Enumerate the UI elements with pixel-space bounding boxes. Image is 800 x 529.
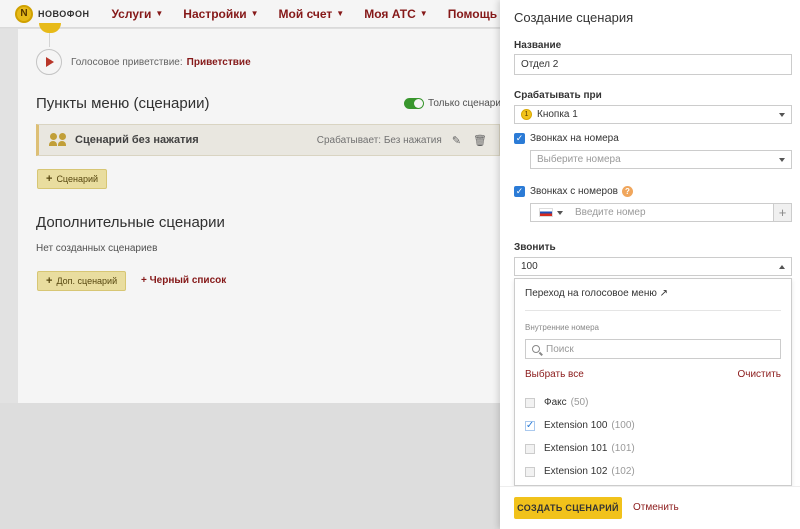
scenario-trigger: Срабатывает: Без нажатия: [316, 134, 442, 146]
trigger-label: Срабатывать при: [514, 90, 602, 101]
button-number-icon: 1: [521, 109, 532, 120]
option-extension-102[interactable]: Extension 102 (102): [525, 466, 635, 477]
page-background: [0, 403, 500, 529]
nav-item-settings[interactable]: Настройки ▼: [183, 7, 258, 21]
add-scenario-button[interactable]: + Сценарий: [37, 169, 108, 189]
flow-node: [39, 23, 61, 33]
add-phone-button[interactable]: +: [773, 204, 791, 221]
scenario-card[interactable]: Сценарий без нажатия Срабатывает: Без на…: [36, 124, 500, 156]
calls-from-label: Звонках с номеров: [530, 186, 618, 197]
chevron-down-icon: ▼: [155, 9, 164, 18]
nav-item-services[interactable]: Услуги ▼: [111, 7, 163, 21]
play-icon: [46, 57, 54, 67]
left-strip: [0, 29, 18, 403]
extra-scenarios-heading: Дополнительные сценарии: [36, 214, 225, 231]
toggle-switch[interactable]: [404, 98, 424, 109]
add-extra-scenario-button[interactable]: + Доп. сценарий: [37, 271, 127, 291]
checkbox-icon[interactable]: [525, 397, 535, 408]
plus-icon: +: [46, 173, 53, 185]
create-scenario-button[interactable]: СОЗДАТЬ СЦЕНАРИЙ: [514, 497, 622, 519]
call-label: Звонить: [514, 242, 556, 253]
numbers-select[interactable]: Выберите номера: [530, 150, 792, 169]
trigger-select[interactable]: 1 Кнопка 1: [514, 105, 792, 124]
trash-icon[interactable]: 🗑: [473, 134, 487, 147]
chevron-up-icon: [779, 264, 785, 269]
clear-link[interactable]: Очистить: [737, 369, 781, 380]
create-scenario-panel: Создание сценария Название Отдел 2 Сраба…: [500, 0, 800, 529]
calls-to-checkbox-row[interactable]: ✓ Звонках на номера: [514, 133, 619, 144]
play-button[interactable]: [36, 49, 62, 75]
pencil-icon[interactable]: ✎: [452, 134, 461, 147]
phone-input-group: Введите номер +: [530, 203, 792, 222]
call-dropdown: Переход на голосовое меню ↗ Внутренние н…: [514, 278, 792, 486]
russia-flag-icon[interactable]: [539, 208, 553, 217]
checkbox-checked-icon[interactable]: ✓: [514, 133, 525, 144]
name-value: Отдел 2: [521, 59, 559, 70]
chevron-down-icon[interactable]: [557, 210, 563, 215]
help-icon[interactable]: ?: [622, 186, 633, 197]
option-extension-100[interactable]: ✓ Extension 100 (100): [525, 420, 635, 431]
option-extension-101[interactable]: Extension 101 (101): [525, 443, 635, 454]
search-input[interactable]: Поиск: [525, 339, 781, 359]
logo[interactable]: N НОВОФОН: [15, 4, 90, 23]
chevron-down-icon: ▼: [250, 9, 259, 18]
checkbox-checked-icon[interactable]: ✓: [514, 186, 525, 197]
plus-icon: +: [46, 275, 53, 287]
menu-heading: Пункты меню (сценарии): [36, 95, 210, 112]
toggle-label: Только сценарии: [428, 98, 507, 109]
search-placeholder: Поиск: [546, 343, 574, 355]
only-scenarios-toggle[interactable]: Только сценарии: [404, 98, 507, 109]
panel-footer: СОЗДАТЬ СЦЕНАРИЙ Отменить: [500, 486, 800, 529]
main-content: Голосовое приветствие: Приветствие Пункт…: [18, 23, 507, 403]
voice-greeting-row: Голосовое приветствие: Приветствие: [36, 49, 251, 75]
logo-icon: N: [15, 4, 33, 23]
name-label: Название: [514, 40, 562, 51]
nav-item-account[interactable]: Мой счет ▼: [279, 7, 345, 21]
call-value: 100: [521, 261, 538, 272]
greeting-link[interactable]: Приветствие: [187, 57, 251, 68]
trigger-value: Кнопка 1: [537, 109, 578, 120]
chevron-down-icon: [779, 112, 785, 117]
call-select[interactable]: 100: [514, 257, 792, 276]
checkbox-checked-icon[interactable]: ✓: [525, 420, 535, 431]
checkbox-icon[interactable]: [525, 443, 535, 454]
greeting-label: Голосовое приветствие:: [71, 56, 183, 68]
nav-item-pbx[interactable]: Моя АТС ▼: [364, 7, 428, 21]
no-scenarios-text: Нет созданных сценариев: [36, 243, 158, 254]
option-fax[interactable]: Факс (50): [525, 397, 588, 408]
chevron-down-icon: ▼: [419, 9, 428, 18]
name-input[interactable]: Отдел 2: [514, 54, 792, 75]
internal-numbers-heading: Внутренние номера: [525, 323, 600, 332]
select-all-link[interactable]: Выбрать все: [525, 369, 584, 380]
chevron-down-icon: ▼: [336, 9, 345, 18]
logo-text: НОВОФОН: [38, 8, 90, 19]
checkbox-icon[interactable]: [525, 466, 535, 477]
blacklist-link[interactable]: + Черный список: [141, 275, 226, 286]
phone-input[interactable]: Введите номер: [575, 207, 646, 218]
chevron-down-icon: [779, 157, 785, 162]
scenario-title: Сценарий без нажатия: [75, 134, 199, 146]
search-icon: [532, 345, 540, 353]
people-icon: [49, 133, 67, 147]
divider: [525, 310, 781, 311]
numbers-placeholder: Выберите номера: [537, 154, 621, 165]
panel-title: Создание сценария: [514, 10, 634, 25]
calls-from-checkbox-row[interactable]: ✓ Звонках с номеров ?: [514, 186, 633, 197]
cancel-link[interactable]: Отменить: [633, 502, 679, 513]
calls-to-label: Звонках на номера: [530, 133, 619, 144]
voice-menu-link[interactable]: Переход на голосовое меню ↗: [525, 288, 668, 299]
